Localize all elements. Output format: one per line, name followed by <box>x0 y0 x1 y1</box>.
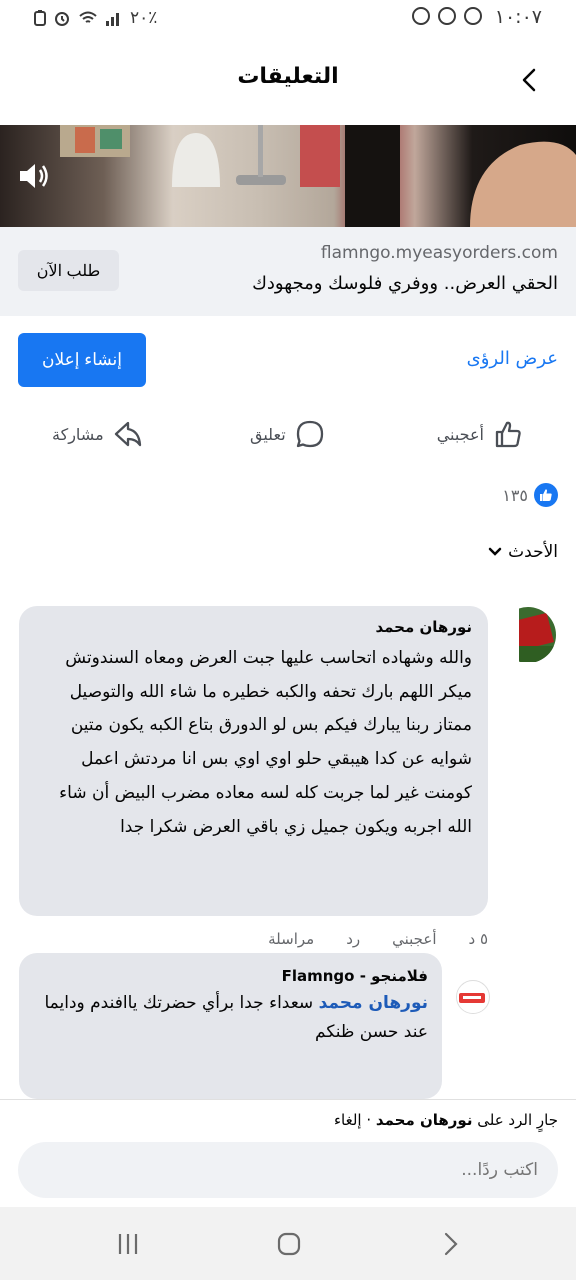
share-arrow-icon <box>114 421 141 447</box>
status-bar: ١٠:٠٧ ٢٠٪ <box>0 0 576 36</box>
status-system-icons: ٢٠٪ <box>34 8 157 28</box>
system-nav-bar <box>0 1207 576 1280</box>
comment-text: والله وشهاده اتحاسب عليها جبت العرض ومعا… <box>59 648 472 837</box>
replying-name: نورهان محمد <box>375 1111 473 1129</box>
comment-reply-link[interactable]: رد <box>346 930 360 948</box>
replying-prefix: جارٍ الرد على <box>477 1111 558 1129</box>
create-ad-button[interactable]: إنشاء إعلان <box>18 333 146 387</box>
recent-apps-icon[interactable] <box>108 1227 148 1261</box>
sort-dropdown[interactable]: الأحدث <box>488 542 558 562</box>
share-label: مشاركة <box>52 424 104 444</box>
like-reaction-icon <box>534 483 558 507</box>
share-action[interactable]: مشاركة <box>52 414 144 454</box>
link-domain: flamngo.myeasyorders.com <box>320 243 558 263</box>
comment-action[interactable]: تعليق <box>250 414 326 454</box>
status-time: ١٠:٠٧ <box>494 6 542 28</box>
comment-label: تعليق <box>250 424 286 444</box>
app-icon <box>412 7 430 25</box>
thumb-up-icon <box>495 421 521 448</box>
header: التعليقات <box>0 36 576 122</box>
comment-time: ٥ د <box>468 930 488 948</box>
view-insights-link[interactable]: عرض الرؤى <box>467 348 558 369</box>
reply-author[interactable]: فلامنجو - Flamngo <box>33 967 428 985</box>
comment-bubble-icon <box>296 420 323 448</box>
reply-text: نورهان محمد سعداء جدا برأي حضرتك ياافندم… <box>33 989 429 1047</box>
order-now-button[interactable]: طلب الآن <box>18 250 119 291</box>
like-action[interactable]: أعجبني <box>437 414 524 454</box>
reactions-summary[interactable]: ١٣٥ <box>502 483 558 507</box>
comment-message-link[interactable]: مراسلة <box>268 930 314 948</box>
battery-icon <box>34 10 46 26</box>
reply-composer: جارٍ الرد على نورهان محمد · إلغاء <box>0 1099 576 1207</box>
sort-label: الأحدث <box>508 542 558 562</box>
comment-bubble: نورهان محمد والله وشهاده اتحاسب عليها جب… <box>19 606 488 916</box>
back-arrow-icon[interactable] <box>516 66 540 94</box>
comment-avatar[interactable] <box>500 606 557 663</box>
chevron-down-icon <box>488 547 502 556</box>
reply-input[interactable] <box>18 1142 558 1198</box>
reactions-count: ١٣٥ <box>502 485 528 505</box>
notification-icon <box>438 7 456 25</box>
link-headline: الحقي العرض.. ووفري فلوسك ومجهودك <box>252 273 558 294</box>
whatsapp-icon <box>464 7 482 25</box>
video-frame <box>60 125 576 227</box>
speaker-icon[interactable] <box>16 159 52 193</box>
reply-avatar[interactable] <box>456 980 490 1014</box>
reply-bubble: فلامنجو - Flamngo نورهان محمد سعداء جدا … <box>19 953 442 1099</box>
comment-like-link[interactable]: أعجبني <box>392 930 436 948</box>
comment-meta: ٥ د أعجبني رد مراسلة <box>268 930 488 948</box>
cancel-reply-link[interactable]: إلغاء <box>334 1111 362 1129</box>
comment-author[interactable]: نورهان محمد <box>35 618 472 636</box>
replying-separator: · <box>366 1111 372 1129</box>
reply-mention[interactable]: نورهان محمد <box>319 993 428 1013</box>
wifi-icon <box>79 11 97 23</box>
alarm-icon <box>55 12 69 26</box>
status-notification-icons <box>412 7 482 25</box>
nav-back-icon[interactable] <box>430 1227 470 1261</box>
page-title: التعليقات <box>237 64 339 89</box>
replying-to-banner: جارٍ الرد على نورهان محمد · إلغاء <box>334 1111 558 1129</box>
video-preview[interactable] <box>0 125 576 227</box>
battery-percent: ٢٠٪ <box>130 8 158 28</box>
like-label: أعجبني <box>436 424 484 444</box>
home-icon[interactable] <box>269 1227 309 1261</box>
link-preview-bar[interactable]: flamngo.myeasyorders.com الحقي العرض.. و… <box>0 227 576 316</box>
signal-icon <box>106 13 119 26</box>
